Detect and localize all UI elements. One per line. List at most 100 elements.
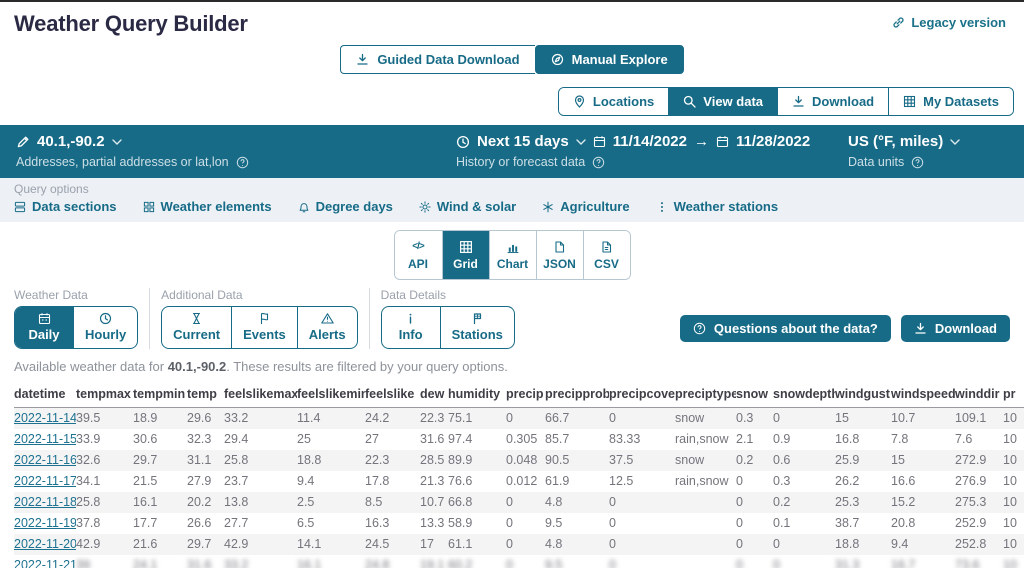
dots-vertical-icon <box>656 201 668 213</box>
calendar-icon <box>38 312 51 325</box>
daily-button[interactable]: Daily <box>15 307 73 348</box>
current-label: Current <box>173 327 220 342</box>
data-cell: 275.3 <box>955 492 1003 513</box>
option-wind-solar[interactable]: Wind & solar <box>419 199 516 214</box>
current-button[interactable]: Current <box>162 307 231 348</box>
option-data-sections[interactable]: Data sections <box>14 199 117 214</box>
stations-button[interactable]: Stations <box>440 307 514 348</box>
weather-data-table-wrap: datetimetempmaxtempmintempfeelslikemaxfe… <box>14 381 1024 568</box>
download-icon <box>914 322 927 335</box>
tab-download[interactable]: Download <box>777 88 888 115</box>
data-cell: 28.5 <box>420 450 448 471</box>
data-cell: 16.7 <box>891 555 955 568</box>
data-cell: 252.9 <box>955 513 1003 534</box>
data-cell: 27.9 <box>187 471 224 492</box>
date-link[interactable]: 2022-11-16 <box>14 453 76 467</box>
data-cell: 31.6 <box>420 429 448 450</box>
data-cell: 24.2 <box>365 408 420 429</box>
view-tab-label: API <box>408 257 428 271</box>
view-tab-csv[interactable]: CSV <box>583 231 630 279</box>
guided-data-download-button[interactable]: Guided Data Download <box>340 45 534 74</box>
data-cell: 0 <box>506 534 545 555</box>
data-cell: 66.7 <box>545 408 609 429</box>
tab-my-datasets[interactable]: My Datasets <box>888 88 1013 115</box>
data-cell: 276.9 <box>955 471 1003 492</box>
question-circle-icon <box>693 322 706 335</box>
manual-explore-label: Manual Explore <box>572 52 668 67</box>
legacy-version-link[interactable]: Legacy version <box>892 15 1006 30</box>
data-cell: 23.7 <box>224 471 297 492</box>
page-title: Weather Query Builder <box>14 11 1010 37</box>
column-header-windgust: windgust <box>835 381 891 408</box>
date-link[interactable]: 2022-11-19 <box>14 516 76 530</box>
info-button[interactable]: Info <box>382 307 440 348</box>
code-icon: </> <box>412 239 423 254</box>
events-label: Events <box>243 327 286 342</box>
alerts-button[interactable]: Alerts <box>297 307 357 348</box>
chevron-down-icon <box>950 139 960 145</box>
data-cell: 2.5 <box>297 492 365 513</box>
data-cell: 10 <box>1003 429 1024 450</box>
option-weather-stations[interactable]: Weather stations <box>656 199 779 214</box>
manual-explore-button[interactable]: Manual Explore <box>535 45 684 74</box>
tab-view-data[interactable]: View data <box>668 88 777 115</box>
data-cell: 33.9 <box>76 429 133 450</box>
location-selector[interactable]: 40.1,-90.2 Addresses, partial addresses … <box>16 133 456 169</box>
end-date-value[interactable]: 11/28/2022 <box>736 133 810 150</box>
data-cell: 0 <box>609 534 675 555</box>
view-tab-json[interactable]: JSON <box>536 231 583 279</box>
data-cell: 18.8 <box>297 450 365 471</box>
option-label: Wind & solar <box>437 199 516 214</box>
data-cell: 25.9 <box>835 450 891 471</box>
mode-switch: Guided Data Download Manual Explore <box>0 45 1024 74</box>
data-cell: 29.4 <box>224 429 297 450</box>
data-cell: 0 <box>609 492 675 513</box>
data-cell: 0.1 <box>773 513 835 534</box>
flower-icon <box>542 201 554 213</box>
datetime-cell: 2022-11-14 <box>14 408 76 429</box>
hourly-button[interactable]: Hourly <box>73 307 137 348</box>
data-cell: 90.5 <box>545 450 609 471</box>
events-flag-icon <box>258 312 271 325</box>
view-tabs: </> API Grid Chart JSON CSV <box>0 222 1024 280</box>
view-tab-api[interactable]: </> API <box>395 231 442 279</box>
data-cell: 14.1 <box>297 534 365 555</box>
column-header-temp: temp <box>187 381 224 408</box>
data-cell: snow <box>675 408 736 429</box>
option-label: Degree days <box>316 199 393 214</box>
question-circle-icon[interactable] <box>911 156 924 169</box>
data-cell: 17.8 <box>365 471 420 492</box>
date-link[interactable]: 2022-11-17 <box>14 474 76 488</box>
data-cell: 25 <box>297 429 365 450</box>
data-cell: 20.8 <box>891 513 955 534</box>
start-date-value[interactable]: 11/14/2022 <box>613 133 687 150</box>
data-cell: 16.3 <box>365 513 420 534</box>
question-circle-icon[interactable] <box>592 156 605 169</box>
view-tab-chart[interactable]: Chart <box>489 231 536 279</box>
view-tab-grid[interactable]: Grid <box>442 231 489 279</box>
data-cell: 0 <box>609 513 675 534</box>
option-agriculture[interactable]: Agriculture <box>542 199 629 214</box>
download-button[interactable]: Download <box>901 315 1010 342</box>
questions-about-data-button[interactable]: Questions about the data? <box>680 315 891 342</box>
data-cell: 0 <box>736 534 773 555</box>
data-cell: 39.5 <box>76 408 133 429</box>
date-link[interactable]: 2022-11-18 <box>14 495 76 509</box>
date-link[interactable]: 2022-11-14 <box>14 411 76 425</box>
data-cell: 22.3 <box>420 408 448 429</box>
option-weather-elements[interactable]: Weather elements <box>143 199 272 214</box>
link-icon <box>892 16 905 29</box>
data-cell: 6.5 <box>297 513 365 534</box>
events-button[interactable]: Events <box>231 307 297 348</box>
option-degree-days[interactable]: Degree days <box>298 199 393 214</box>
clock-icon <box>99 312 112 325</box>
date-link[interactable]: 2022-11-15 <box>14 432 76 446</box>
date-link[interactable]: 2022-11-21 <box>14 558 76 568</box>
data-cell: 24.1 <box>133 555 187 568</box>
tab-locations[interactable]: Locations <box>559 88 668 115</box>
date-link[interactable]: 2022-11-20 <box>14 537 76 551</box>
date-range-selector[interactable]: Next 15 days 11/14/2022 → 11/28/2022 His… <box>456 133 848 169</box>
data-cell: 66.8 <box>448 492 506 513</box>
question-circle-icon[interactable] <box>236 156 249 169</box>
units-selector[interactable]: US (°F, miles) Data units <box>848 133 1008 169</box>
